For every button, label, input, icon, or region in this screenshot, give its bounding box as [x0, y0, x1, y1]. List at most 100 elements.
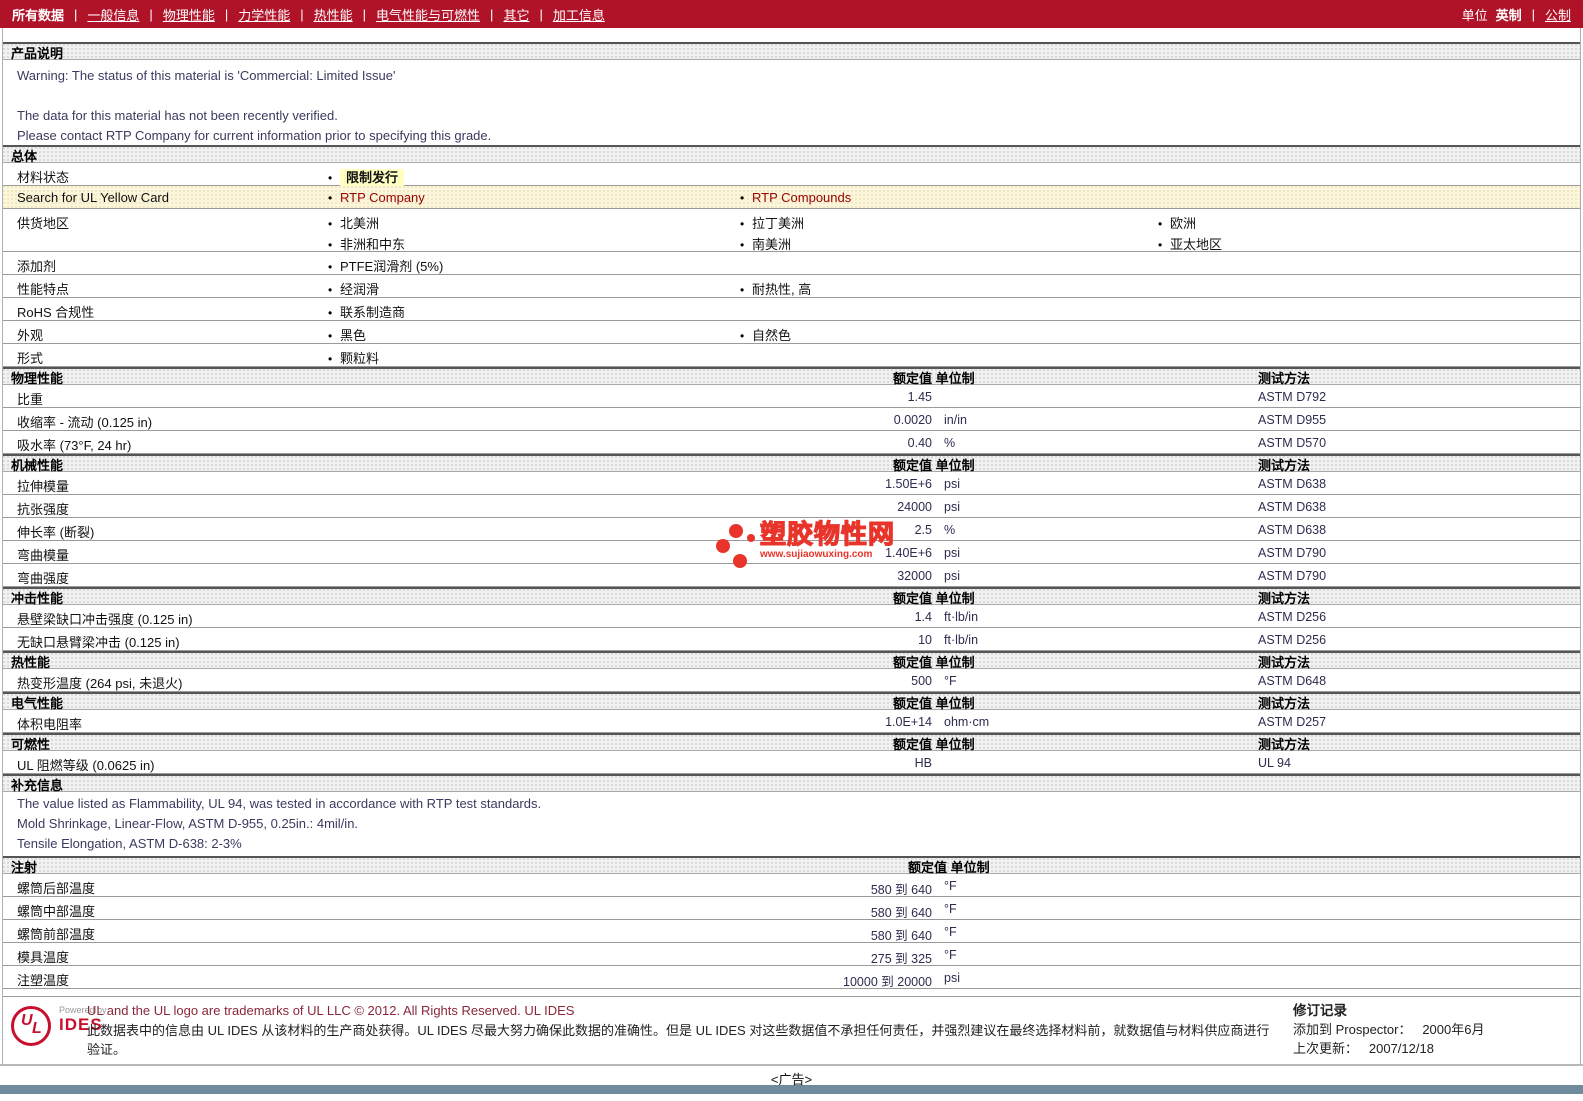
nav-separator: | — [300, 6, 304, 22]
bullet-icon: • — [328, 329, 333, 343]
row-ul-yellow-card: Search for UL Yellow Card • RTP Company •… — [3, 186, 1580, 209]
description-line: The data for this material has not been … — [17, 108, 338, 123]
bullet-icon: • — [328, 352, 333, 366]
property-row: 无缺口悬臂梁冲击 (0.125 in) 10 ft·lb/in ASTM D25… — [3, 628, 1580, 651]
property-row: 注塑温度 10000 到 20000 psi — [3, 966, 1580, 989]
product-description-text: Warning: The status of this material is … — [3, 60, 1580, 145]
disclaimer-text: 此数据表中的信息由 UL IDES 从该材料的生产商处获得。UL IDES 尽最… — [87, 1023, 1270, 1057]
datasheet-page: 所有数据 | 一般信息 | 物理性能 | 力学性能 | 热性能 | 电气性能与可… — [0, 0, 1583, 1101]
feature-item: 经润滑 — [340, 282, 380, 297]
trademark-line: UL and the UL logo are trademarks of UL … — [87, 1003, 575, 1018]
nav-tab-general-info[interactable]: 一般信息 — [87, 5, 139, 24]
revision-updated-line: 上次更新： 2007/12/18 — [1293, 1041, 1434, 1056]
appearance-item: 黑色 — [340, 328, 367, 343]
availability-item: 亚太地区 — [1170, 237, 1223, 252]
property-row: 比重 1.45 ASTM D792 — [3, 385, 1580, 408]
property-row: 抗张强度 24000 psi ASTM D638 — [3, 495, 1580, 518]
nav-tab-processing[interactable]: 加工信息 — [553, 5, 605, 24]
availability-item: 南美洲 — [752, 237, 792, 252]
property-row: 拉伸模量 1.50E+6 psi ASTM D638 — [3, 472, 1580, 495]
row-label: 性能特点 — [17, 282, 70, 297]
row-availability: 供货地区 • 北美洲 • 拉丁美洲 • 欧洲 • 非洲和中东 • 南美洲 • 亚太地区 — [3, 209, 1580, 252]
nav-separator: | — [539, 6, 543, 22]
row-label: 外观 — [17, 328, 44, 343]
description-line: Please contact RTP Company for current i… — [17, 128, 492, 143]
unit-english-current: 英制 — [1495, 7, 1522, 23]
nav-separator: | — [74, 6, 78, 22]
property-row: 收缩率 - 流动 (0.125 in) 0.0020 in/in ASTM D9… — [3, 408, 1580, 431]
unit-label: 单位 — [1461, 7, 1488, 23]
row-features: 性能特点 • 经润滑 • 耐热性, 高 — [3, 275, 1580, 298]
row-appearance: 外观 • 黑色 • 自然色 — [3, 321, 1580, 344]
nav-separator: | — [490, 6, 494, 22]
section-title: 补充信息 — [11, 778, 64, 793]
additive-value: PTFE润滑剂 (5%) — [340, 259, 444, 274]
section-header-physical: 物理性能 额定值 单位制 测试方法 — [3, 367, 1580, 386]
rohs-value: 联系制造商 — [340, 305, 406, 320]
supplemental-line: Tensile Elongation, ASTM D-638: 2-3% — [17, 836, 242, 851]
nav-separator: | — [362, 6, 367, 22]
nav-separator: | — [1531, 6, 1535, 22]
rtp-compounds-link[interactable]: RTP Compounds — [752, 190, 851, 205]
availability-item: 北美洲 — [340, 216, 380, 231]
property-row: 吸水率 (73°F, 24 hr) 0.40 % ASTM D570 — [3, 431, 1580, 454]
revision-record: 修订记录 添加到 Prospector： 2000年6月 上次更新： 2007/… — [1293, 1001, 1484, 1058]
row-label: 供货地区 — [17, 216, 70, 231]
bullet-icon: • — [328, 171, 333, 185]
appearance-item: 自然色 — [752, 328, 792, 343]
nav-separator: | — [224, 6, 229, 22]
row-forms: 形式 • 颗粒料 — [3, 344, 1580, 367]
section-header-flammability: 可燃性 额定值 单位制 测试方法 — [3, 733, 1580, 752]
bullet-icon: • — [740, 191, 745, 205]
bullet-icon: • — [328, 217, 333, 231]
description-line — [3, 86, 1580, 106]
forms-value: 颗粒料 — [340, 351, 380, 366]
property-row: 伸长率 (断裂) 2.5 % ASTM D638 — [3, 518, 1580, 541]
section-header-product-description: 产品说明 — [3, 42, 1580, 61]
feature-item: 耐热性, 高 — [752, 282, 812, 297]
bullet-icon: • — [328, 191, 333, 205]
section-header-impact: 冲击性能 额定值 单位制 测试方法 — [3, 587, 1580, 606]
property-row: 热变形温度 (264 psi, 未退火) 500 °F ASTM D648 — [3, 669, 1580, 692]
supplemental-line: Mold Shrinkage, Linear-Flow, ASTM D-955,… — [17, 816, 359, 831]
nav-tab-mechanical[interactable]: 力学性能 — [238, 5, 290, 24]
ad-placeholder: <广告> — [770, 1072, 813, 1087]
bullet-icon: • — [328, 306, 333, 320]
description-line: Warning: The status of this material is … — [17, 68, 396, 83]
ul-logo-icon[interactable]: UL — [11, 1006, 51, 1046]
nav-tab-physical[interactable]: 物理性能 — [163, 5, 215, 24]
property-row: 模具温度 275 到 325 °F — [3, 943, 1580, 966]
section-header-injection: 注射 额定值 单位制 — [3, 856, 1580, 875]
bullet-icon: • — [740, 238, 745, 252]
bullet-icon: • — [740, 329, 745, 343]
nav-tab-other[interactable]: 其它 — [503, 5, 529, 24]
nav-tab-all-data[interactable]: 所有数据 — [12, 5, 64, 24]
row-label: 形式 — [17, 351, 44, 366]
bullet-icon: • — [740, 217, 745, 231]
footer: UL Powered by IDES UL and the UL logo ar… — [3, 996, 1580, 1064]
bullet-icon: • — [1158, 217, 1163, 231]
property-row: 悬壁梁缺口冲击强度 (0.125 in) 1.4 ft·lb/in ASTM D… — [3, 605, 1580, 628]
content-area: 产品说明 Warning: The status of this materia… — [2, 28, 1581, 1064]
row-label: 材料状态 — [17, 170, 70, 185]
property-row: 螺筒前部温度 580 到 640 °F — [3, 920, 1580, 943]
row-material-status: 材料状态 • 限制发行 — [3, 163, 1580, 186]
row-label: RoHS 合规性 — [17, 305, 95, 320]
rtp-company-link[interactable]: RTP Company — [340, 190, 425, 205]
material-status-value: 限制发行 — [340, 169, 405, 186]
unit-switcher: 单位 英制 | 公制 — [1462, 5, 1571, 24]
nav-tab-thermal[interactable]: 热性能 — [314, 5, 353, 24]
unit-metric-link[interactable]: 公制 — [1545, 5, 1571, 24]
supplemental-text: The value listed as Flammability, UL 94,… — [3, 792, 1580, 856]
section-header-electrical: 电气性能 额定值 单位制 测试方法 — [3, 692, 1580, 711]
property-row: UL 阻燃等级 (0.0625 in) HB UL 94 — [3, 751, 1580, 774]
section-header-mechanical: 机械性能 额定值 单位制 测试方法 — [3, 454, 1580, 473]
section-header-thermal: 热性能 额定值 单位制 测试方法 — [3, 651, 1580, 670]
row-label: Search for UL Yellow Card — [17, 190, 169, 205]
availability-item: 欧洲 — [1170, 216, 1197, 231]
section-title: 产品说明 — [11, 46, 64, 61]
revision-title: 修订记录 — [1293, 1003, 1347, 1018]
nav-tab-electrical-flammability[interactable]: 电气性能与可燃性 — [376, 5, 480, 24]
row-rohs: RoHS 合规性 • 联系制造商 — [3, 298, 1580, 321]
bullet-icon: • — [1158, 238, 1163, 252]
